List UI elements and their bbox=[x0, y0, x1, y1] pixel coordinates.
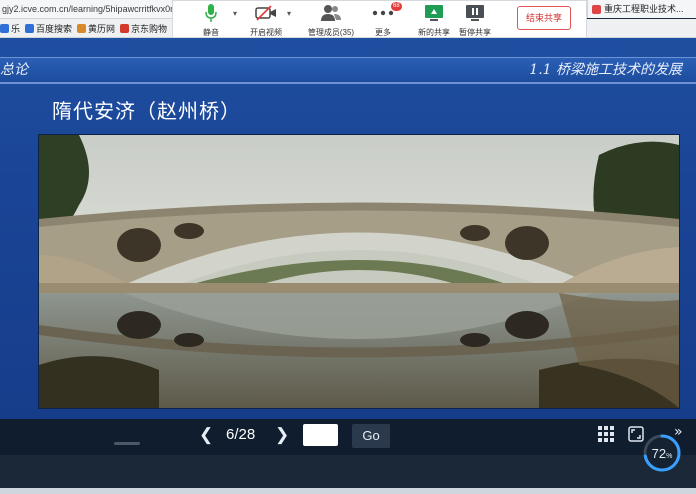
browser-tab[interactable]: 重庆工程职业技术... bbox=[587, 0, 696, 18]
grid-view-icon[interactable] bbox=[598, 426, 614, 447]
pause-share-button[interactable]: 暂停共享 bbox=[450, 3, 500, 38]
manage-members-button[interactable]: 管理成员(35) bbox=[305, 3, 357, 38]
favicon-icon bbox=[592, 5, 601, 15]
microphone-icon bbox=[186, 3, 236, 23]
members-icon bbox=[305, 3, 357, 23]
bridge-photo bbox=[38, 134, 680, 409]
favicon-icon bbox=[0, 23, 9, 33]
meeting-toolbar: 静音 ▾ 开启视频 ▾ 管理成员(35) 更多 68 新的共享 暂停共享 结束共… bbox=[172, 0, 587, 38]
pause-icon bbox=[450, 3, 500, 23]
bookmark-item[interactable]: 京东购物 bbox=[120, 22, 167, 35]
next-page-icon[interactable]: ❯ bbox=[275, 425, 289, 445]
start-video-button[interactable]: 开启视频 bbox=[241, 3, 291, 38]
notification-badge: 68 bbox=[391, 2, 402, 11]
mute-button[interactable]: 静音 bbox=[186, 3, 236, 38]
favicon-icon bbox=[120, 23, 130, 33]
bookmark-item[interactable]: 黄历网 bbox=[77, 22, 115, 35]
page-jump-input[interactable] bbox=[303, 424, 338, 446]
chevron-down-icon[interactable]: ▾ bbox=[233, 9, 237, 18]
slide-header-right: 1.1 桥梁施工技术的发展 bbox=[529, 62, 682, 78]
slide-header-left: 总论 bbox=[0, 62, 28, 78]
slide-player-bar: ❮ 6/28 ❯ Go bbox=[0, 419, 696, 455]
bookmark-item[interactable]: 百度搜索 bbox=[25, 22, 72, 35]
video-off-icon bbox=[241, 3, 291, 23]
chevron-down-icon[interactable]: ▾ bbox=[287, 9, 291, 18]
favicon-icon bbox=[25, 23, 35, 33]
presentation-slide: 总论 1.1 桥梁施工技术的发展 隋代安济（赵州桥） bbox=[0, 38, 696, 419]
progress-label: 72% bbox=[651, 446, 673, 461]
go-button[interactable]: Go bbox=[352, 424, 390, 448]
address-bar[interactable]: gjy2.icve.com.cn/learning/5hipawcrritfkv… bbox=[0, 0, 174, 19]
end-share-button[interactable]: 结束共享 bbox=[517, 6, 571, 30]
bookmarks-bar: 乐 百度搜索 黄历网 京东购物 bbox=[0, 19, 172, 38]
bookmark-item[interactable]: 乐 bbox=[0, 22, 20, 35]
os-taskbar bbox=[0, 488, 696, 494]
prev-page-icon[interactable]: ❮ bbox=[199, 425, 213, 445]
slide-title: 隋代安济（赵州桥） bbox=[52, 99, 241, 123]
favicon-icon bbox=[77, 23, 87, 33]
drag-handle[interactable] bbox=[114, 442, 140, 445]
page-indicator: 6/28 bbox=[226, 426, 256, 443]
bookmarks-bar-right bbox=[587, 19, 696, 38]
